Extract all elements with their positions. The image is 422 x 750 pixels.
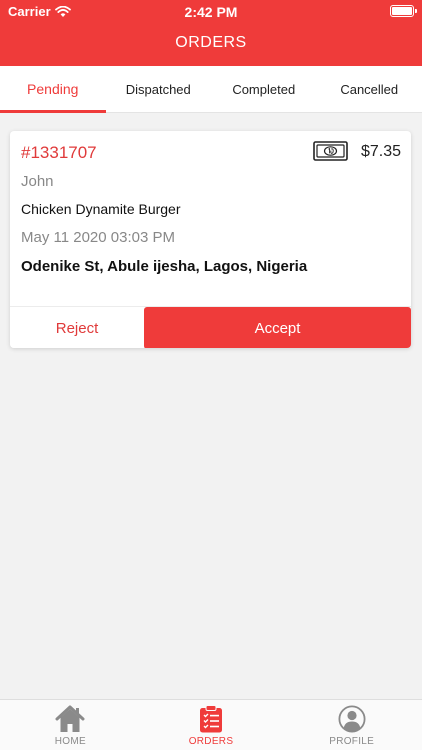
page-title: ORDERS [175,34,247,51]
tab-completed[interactable]: Completed [211,66,317,112]
tab-dispatched[interactable]: Dispatched [106,66,212,112]
order-card[interactable]: #1331707 $7.35 John Chicken Dynamite Bur… [10,131,411,348]
nav-orders[interactable]: ORDERS [141,700,282,750]
nav-profile-label: PROFILE [329,736,375,747]
tab-cancelled[interactable]: Cancelled [317,66,422,112]
order-status-tabs: Pending Dispatched Completed Cancelled [0,66,422,113]
reject-button[interactable]: Reject [10,307,144,348]
nav-orders-label: ORDERS [188,736,234,747]
cash-icon [313,141,348,161]
nav-home-label: HOME [54,736,86,747]
nav-profile[interactable]: PROFILE [281,700,422,750]
tab-pending[interactable]: Pending [0,66,106,113]
status-bar: Carrier 2:42 PM [0,0,422,22]
clipboard-icon [200,705,222,733]
bottom-nav: HOME ORDERS PROFILE [0,699,422,750]
order-id: #1331707 [21,143,97,162]
battery-icon [390,5,417,17]
app-header: Carrier 2:42 PM ORDERS [0,0,422,66]
nav-home[interactable]: HOME [0,700,141,750]
customer-name: John [21,173,54,190]
accept-button[interactable]: Accept [144,307,411,348]
order-actions: Reject Accept [10,306,411,348]
order-item: Chicken Dynamite Burger [21,201,181,217]
order-price: $7.35 [360,143,401,160]
home-icon [55,705,85,732]
delivery-address: Odenike St, Abule ijesha, Lagos, Nigeria [21,258,308,275]
user-icon [338,705,366,733]
status-time: 2:42 PM [184,4,238,20]
order-datetime: May 11 2020 03:03 PM [21,229,175,246]
